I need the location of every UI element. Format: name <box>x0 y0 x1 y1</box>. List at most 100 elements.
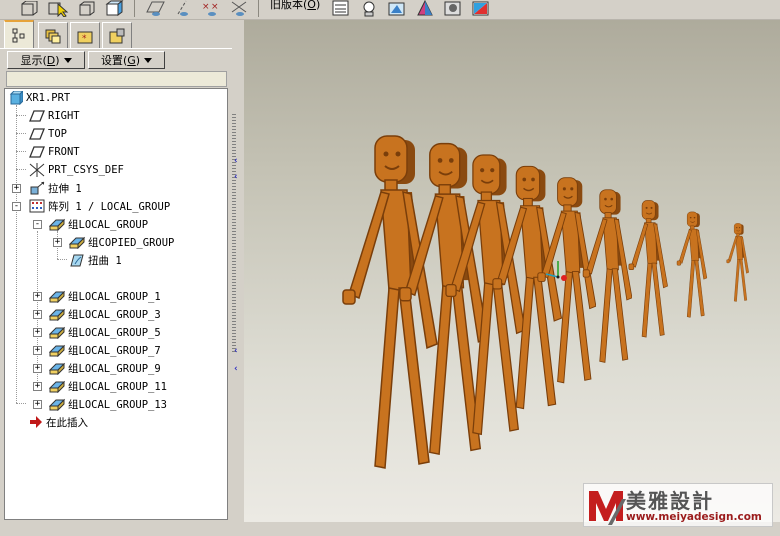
tree-item-copied-group[interactable]: 组COPIED_GROUP <box>69 234 174 250</box>
tree-item-label: 组LOCAL_GROUP_3 <box>68 308 161 321</box>
stick-figure-model[interactable] <box>341 134 439 470</box>
watermark-url: www.meiyadesign.com <box>626 511 762 523</box>
tree-item-extrude[interactable]: 拉伸 1 <box>29 180 82 196</box>
tree-item-pattern[interactable]: 阵列 1 / LOCAL_GROUP <box>29 198 170 214</box>
group-icon <box>49 326 65 339</box>
stick-figure-model[interactable] <box>726 223 750 302</box>
svg-text:×: × <box>202 2 210 12</box>
tree-item-datum-right[interactable]: RIGHT <box>29 108 80 124</box>
layers-icon <box>45 29 61 43</box>
group-icon <box>49 218 65 231</box>
svg-text:*: * <box>82 34 87 44</box>
datum-plane-icon <box>29 128 45 140</box>
extrude-icon <box>30 181 45 195</box>
view-box-icon[interactable] <box>18 0 40 17</box>
tree-item-label: FRONT <box>48 146 80 158</box>
svg-text:×: × <box>211 2 219 12</box>
tree-item-label: 组LOCAL_GROUP_9 <box>68 362 161 375</box>
cube-icon[interactable] <box>76 0 98 17</box>
insert-here-arrow-icon <box>30 416 42 428</box>
select-cursor-icon[interactable] <box>48 0 70 17</box>
group-icon <box>49 308 65 321</box>
tree-item-csys[interactable]: PRT_CSYS_DEF <box>29 162 124 178</box>
collapse-left-arrow-icon[interactable]: ‹ <box>234 364 238 374</box>
expand-toggle[interactable]: + <box>33 400 42 409</box>
coordinate-system-icon <box>29 163 45 177</box>
datum-plane-icon <box>29 146 45 158</box>
view-manager-icon[interactable] <box>386 0 408 17</box>
model-tree: XR1.PRT RIGHT TOP FRONT PRT_CSYS_DEF + 拉… <box>4 88 228 520</box>
tree-item-local-group-11[interactable]: 组LOCAL_GROUP_11 <box>49 378 167 394</box>
appearance-icon[interactable] <box>414 0 436 17</box>
tree-item-label: 组LOCAL_GROUP_7 <box>68 344 161 357</box>
group-icon <box>69 236 85 249</box>
collapse-left-arrow-icon[interactable]: ‹ <box>234 346 238 356</box>
tree-item-label: TOP <box>48 128 67 140</box>
render-icon[interactable] <box>442 0 464 17</box>
tree-item-label: 组LOCAL_GROUP_11 <box>68 380 168 393</box>
color-palette-icon[interactable] <box>470 0 492 17</box>
group-icon <box>49 344 65 357</box>
tree-item-local-group-9[interactable]: 组LOCAL_GROUP_9 <box>49 360 161 376</box>
expand-toggle[interactable]: + <box>33 346 42 355</box>
coordinate-system-icon[interactable] <box>228 0 250 17</box>
group-icon <box>49 362 65 375</box>
tree-item-datum-top[interactable]: TOP <box>29 126 67 142</box>
panel-splitter[interactable]: ‹ ‹ ‹ ‹ <box>232 20 244 524</box>
collapse-left-arrow-icon[interactable]: ‹ <box>234 172 238 182</box>
tree-item-local-group-7[interactable]: 组LOCAL_GROUP_7 <box>49 342 161 358</box>
top-toolbar: × × 旧版本(O) <box>0 0 780 20</box>
tree-item-datum-front[interactable]: FRONT <box>29 144 80 160</box>
tree-item-label: 组LOCAL_GROUP_13 <box>68 398 168 411</box>
settings-dropdown[interactable]: 设置(G) <box>88 51 165 69</box>
group-icon <box>49 290 65 303</box>
star-folder-icon: * <box>77 31 93 44</box>
collapse-toggle[interactable]: - <box>12 202 21 211</box>
group-icon <box>49 380 65 393</box>
datum-axis-icon[interactable] <box>172 0 194 17</box>
navigator-panel: * 显示(D) 设置(G) XR1.PRT RIGHT TOP FRONT PR… <box>0 20 232 524</box>
tree-item-insert-here[interactable]: 在此插入 <box>29 414 88 430</box>
expand-toggle[interactable]: + <box>33 310 42 319</box>
group-icon <box>49 398 65 411</box>
expand-toggle[interactable]: + <box>33 328 42 337</box>
collapse-left-arrow-icon[interactable]: ‹ <box>234 156 238 166</box>
tree-item-label: 在此插入 <box>46 416 88 429</box>
collapse-toggle[interactable]: - <box>33 220 42 229</box>
tab-favorites[interactable]: * <box>70 22 100 48</box>
tree-item-label: 组LOCAL_GROUP_1 <box>68 290 161 303</box>
light-icon[interactable] <box>358 0 380 17</box>
tree-item-label: 拉伸 1 <box>48 182 82 195</box>
graphics-viewport[interactable] <box>244 20 780 522</box>
watermark: 美雅設計 www.meiyadesign.com <box>583 483 773 527</box>
tree-item-local-group-3[interactable]: 组LOCAL_GROUP_3 <box>49 306 161 322</box>
model-render <box>341 134 750 470</box>
expand-toggle[interactable]: + <box>33 382 42 391</box>
show-dropdown[interactable]: 显示(D) <box>7 51 85 69</box>
tab-layers[interactable] <box>38 22 68 48</box>
expand-toggle[interactable]: + <box>12 184 21 193</box>
expand-toggle[interactable]: + <box>33 292 42 301</box>
datum-plane-icon[interactable] <box>144 0 166 17</box>
tree-item-local-group-13[interactable]: 组LOCAL_GROUP_13 <box>49 396 167 412</box>
tree-item-part[interactable]: XR1.PRT <box>9 90 70 106</box>
settings-folder-icon <box>109 28 125 43</box>
tree-item-group[interactable]: 组LOCAL_GROUP <box>49 216 148 232</box>
shaded-cube-icon[interactable] <box>104 0 126 17</box>
tab-settings[interactable] <box>102 22 132 48</box>
expand-toggle[interactable]: + <box>53 238 62 247</box>
tree-item-local-group-5[interactable]: 组LOCAL_GROUP_5 <box>49 324 161 340</box>
tree-item-label: PRT_CSYS_DEF <box>48 164 124 176</box>
tab-model-tree[interactable] <box>4 20 34 48</box>
tree-filter-bar[interactable] <box>6 71 227 87</box>
old-version-label[interactable]: 旧版本(O) <box>270 0 320 12</box>
expand-toggle[interactable]: + <box>33 364 42 373</box>
model-tree-icon[interactable] <box>330 0 352 17</box>
datum-point-icon[interactable]: × × <box>200 0 222 17</box>
stick-figure-model[interactable] <box>628 200 668 338</box>
chevron-down-icon <box>144 57 153 63</box>
tree-item-warp[interactable]: 扭曲 1 <box>69 252 122 268</box>
warp-icon <box>70 254 84 267</box>
stick-figure-model[interactable] <box>676 211 708 318</box>
tree-item-local-group-1[interactable]: 组LOCAL_GROUP_1 <box>49 288 161 304</box>
